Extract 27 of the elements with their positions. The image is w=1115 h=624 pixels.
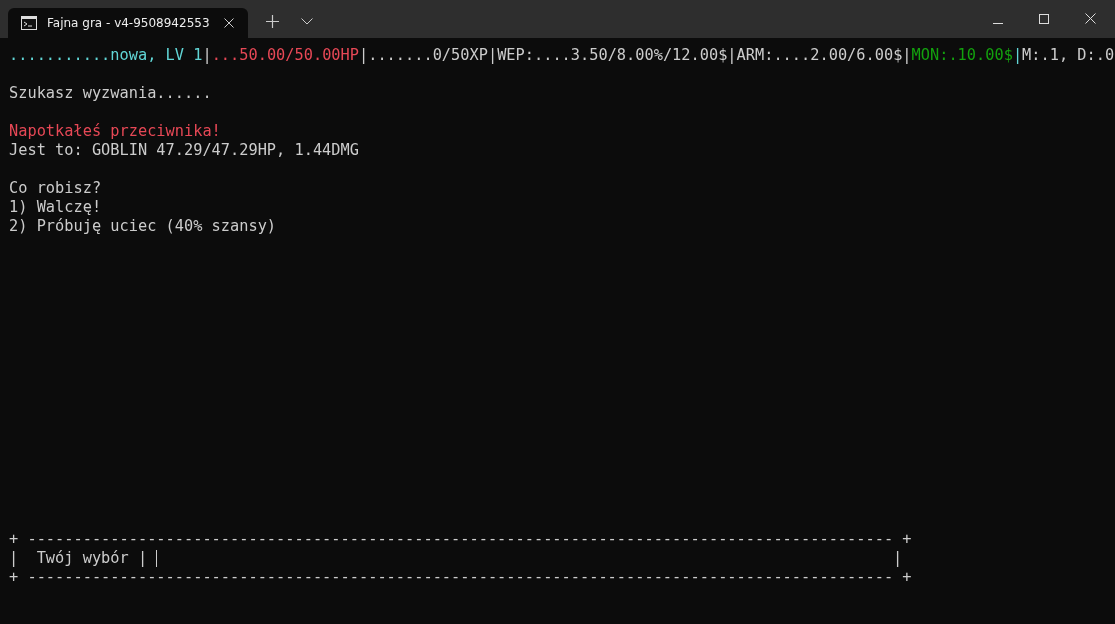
- box-border: + ---------------------------------------------------------------------------------------------- +: [9, 530, 912, 549]
- status-text: |.......0/50XP|WEP:....3.50/8.00%/12.00$|ARM:....2.00/6.00$|: [359, 46, 912, 65]
- maximize-icon[interactable]: [1039, 14, 1049, 24]
- close-icon[interactable]: [1085, 13, 1096, 24]
- terminal-icon: [21, 16, 37, 30]
- console-text: Jest to: GOBLIN 47.29/47.29HP, 1.44DMG: [9, 141, 359, 160]
- status-text: ...........nowa, LV 1: [9, 46, 203, 65]
- new-tab-icon[interactable]: [266, 15, 279, 28]
- box-edge: |: [893, 549, 903, 568]
- tab-title: Fajna gra - v4-9508942553: [47, 16, 210, 30]
- console-text: Co robisz?: [9, 179, 102, 198]
- status-text: M:.1, D:.0: [1022, 46, 1115, 65]
- dropdown-icon[interactable]: [301, 18, 313, 25]
- status-text: |: [1012, 46, 1023, 65]
- terminal-tab[interactable]: Fajna gra - v4-9508942553: [8, 8, 248, 38]
- status-text: |: [202, 46, 212, 65]
- status-text: ...50.00/50.00HP: [211, 46, 359, 65]
- box-edge: |: [9, 549, 19, 568]
- console-text: Szukasz wyzwania......: [9, 84, 212, 103]
- console-text: 1) Walczę!: [9, 198, 102, 217]
- close-icon[interactable]: [224, 18, 234, 28]
- console-text: 2) Próbuję uciec (40% szansy): [9, 217, 277, 236]
- text-cursor[interactable]: [156, 550, 158, 567]
- status-text: MON:.10.00$: [911, 46, 1013, 65]
- console-text: Napotkałeś przeciwnika!: [9, 122, 221, 141]
- prompt-text: Twój wybór |: [36, 549, 148, 568]
- box-border: + ---------------------------------------------------------------------------------------------- +: [9, 568, 912, 587]
